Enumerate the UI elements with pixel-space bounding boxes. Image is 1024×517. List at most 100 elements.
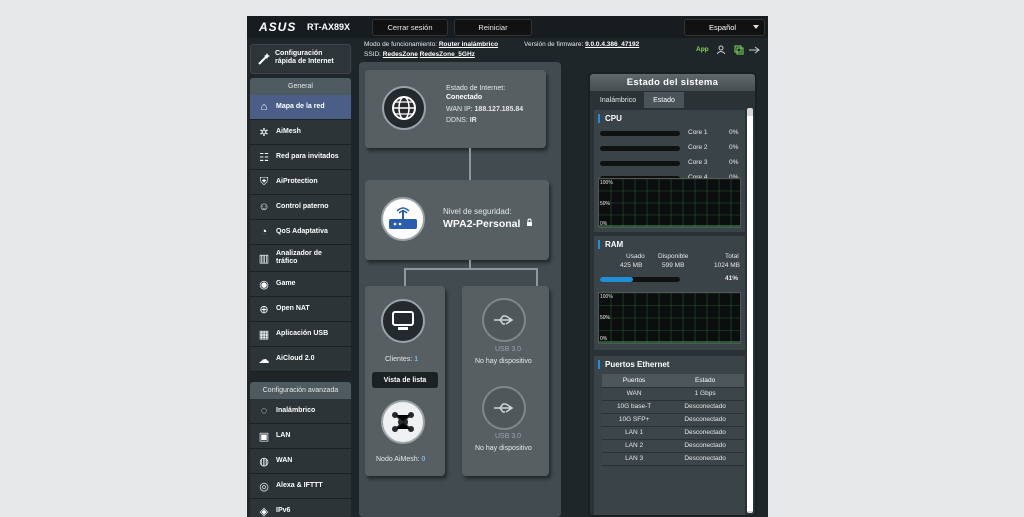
quick-internet-setup[interactable]: Configuración rápida de Internet: [250, 44, 351, 74]
sidebar-item-lan[interactable]: ▣ LAN: [250, 424, 351, 449]
usb-icon[interactable]: [482, 386, 526, 430]
chevron-down-icon: [753, 25, 759, 29]
ram-usage-bar: [600, 277, 680, 282]
graph-tick: 0%: [600, 336, 608, 342]
sidebar-item-mapa-de-la-red[interactable]: ⌂ Mapa de la red: [250, 95, 351, 120]
sidebar-item-qos-adaptativa[interactable]: ◔ QoS Adaptativa: [250, 220, 351, 245]
advanced-section-title: Configuración avanzada: [250, 382, 351, 399]
app-link[interactable]: App: [696, 46, 709, 53]
port-name: LAN 1: [602, 426, 667, 440]
graph-tick: 100%: [600, 180, 613, 186]
globe-icon: [382, 86, 426, 130]
sidebar-item-label: Alexa & IFTTT: [276, 482, 323, 489]
sidebar-item-ipv6[interactable]: ◈ IPv6: [250, 499, 351, 517]
connector-line: [404, 268, 406, 286]
gamepad-icon: ◉: [259, 278, 269, 291]
usb-status-icon[interactable]: [734, 45, 744, 55]
table-row: LAN 2 Desconectado: [602, 439, 744, 453]
sidebar-item-aiprotection[interactable]: ⛨ AiProtection: [250, 170, 351, 195]
cpu-title: CPU: [598, 114, 622, 123]
sidebar-item-open-nat[interactable]: ⊕ Open NAT: [250, 297, 351, 322]
sidebar-item-label: IPv6: [276, 507, 291, 514]
model-name: RT-AX89X: [307, 22, 351, 32]
ssid-link-1[interactable]: RedesZone: [383, 51, 418, 58]
graph-tick: 50%: [600, 201, 611, 207]
firmware-link[interactable]: 9.0.0.4.386_47192: [585, 41, 639, 48]
cpu-section: CPU Core 10%Core 20%Core 30%Core 40% 100…: [594, 110, 745, 232]
ram-total-value: 1024 MB: [714, 262, 741, 269]
ssid-label: SSID:: [364, 51, 381, 58]
ram-used-label: Usado: [626, 253, 645, 260]
sidebar-item-wan[interactable]: ◍ WAN: [250, 449, 351, 474]
usb-port-status: No hay dispositivo: [475, 358, 532, 365]
link-icon[interactable]: [749, 46, 760, 54]
cloud-icon: ☁: [258, 353, 270, 366]
guest-network-icon: ☷: [259, 151, 269, 164]
system-status-panel: Estado del sistema Inalámbrico Estado CP…: [588, 72, 757, 517]
ram-percent: 41%: [725, 275, 739, 282]
port-name: 10G SFP+: [602, 413, 667, 427]
usb-card[interactable]: USB 3.0 No hay dispositivo USB 3.0 No ha…: [462, 286, 549, 476]
logout-button[interactable]: Cerrar sesión: [372, 19, 448, 36]
mode-link[interactable]: Router inalámbrico: [439, 41, 498, 48]
sidebar-item-label: Open NAT: [276, 305, 310, 312]
operation-mode: Modo de funcionamiento: Router inalámbri…: [364, 41, 498, 48]
cpu-core-usage: 0%: [729, 159, 739, 166]
language-select[interactable]: Español: [684, 19, 765, 36]
ssid-link-2[interactable]: RedesZone_5GHz: [420, 51, 475, 58]
scrollbar[interactable]: [747, 108, 753, 513]
sidebar-item-label: AiProtection: [276, 178, 318, 185]
sidebar-item-red-para-invitados[interactable]: ☷ Red para invitados: [250, 145, 351, 170]
scrollbar-thumb[interactable]: [747, 116, 753, 511]
aimesh-node-label: Nodo AiMesh:: [376, 456, 420, 463]
ram-free-value: 599 MB: [662, 262, 685, 269]
internet-status-label: Estado de Internet:: [446, 85, 506, 92]
cpu-core-bar: [600, 161, 680, 166]
sidebar-item-label: AiMesh: [276, 128, 301, 135]
open-nat-icon: ⊕: [259, 303, 269, 316]
table-row: 10G base-T Desconectado: [602, 400, 744, 414]
port-status: Desconectado: [666, 452, 744, 466]
magic-wand-icon: [258, 53, 270, 65]
aimesh-node-count: Nodo AiMesh: 0: [376, 456, 425, 463]
top-bar: ASUS RT-AX89X Cerrar sesión Reiniciar Es…: [247, 16, 768, 38]
port-status: Desconectado: [666, 400, 744, 414]
column-header: Puertos: [602, 374, 667, 388]
usb-icon[interactable]: [482, 298, 526, 342]
reboot-button[interactable]: Reiniciar: [454, 19, 532, 36]
clients-label: Clientes:: [385, 356, 413, 363]
ram-graph: 100% 50% 0%: [598, 292, 741, 344]
sidebar-item-analizador-de-tr-fico[interactable]: ▥ Analizador de tráfico: [250, 245, 351, 272]
router-card[interactable]: Nivel de seguridad: WPA2-Personal: [365, 180, 549, 260]
cpu-core-name: Core 2: [688, 144, 708, 151]
alexa-icon: ◎: [259, 480, 269, 493]
ethernet-rows: WAN 1 Gbps 10G base-T Desconectado 10G SFP+ D…: [602, 387, 744, 466]
sidebar-item-game[interactable]: ◉ Game: [250, 272, 351, 297]
port-name: LAN 3: [602, 452, 667, 466]
sidebar-item-inal-mbrico[interactable]: ◌ Inalámbrico: [250, 399, 351, 424]
sidebar-item-control-paterno[interactable]: ☺ Control paterno: [250, 195, 351, 220]
sidebar-item-aicloud-2-0[interactable]: ☁ AiCloud 2.0: [250, 347, 351, 372]
connector-line: [469, 148, 471, 180]
ram-section: RAM Usado 425 MB Disponible 599 MB Total…: [594, 236, 745, 350]
list-view-button[interactable]: Vista de lista: [372, 372, 438, 388]
ddns: DDNS: IR: [446, 117, 477, 124]
quick-setup-label: Configuración rápida de Internet: [275, 50, 334, 65]
clients-value[interactable]: 1: [414, 356, 418, 363]
tab-status[interactable]: Estado: [644, 92, 684, 108]
mode-label: Modo de funcionamiento:: [364, 41, 437, 48]
monitor-icon: [381, 299, 425, 343]
internet-status-value: Conectado: [446, 94, 483, 101]
tab-wireless[interactable]: Inalámbrico: [592, 92, 644, 108]
wan-ip: WAN IP: 188.127.185.84: [446, 106, 523, 113]
network-map-icon: ⌂: [260, 101, 268, 113]
usb-port-label: USB 3.0: [495, 433, 522, 440]
ssid-info: SSID: RedesZone RedesZone_5GHz: [364, 51, 475, 58]
clients-card[interactable]: Clientes: 1 Vista de lista Nodo AiMesh: …: [365, 286, 445, 476]
aimesh-node-value[interactable]: 0: [422, 456, 426, 463]
sidebar-item-aplicaci-n-usb[interactable]: ▦ Aplicación USB: [250, 322, 351, 347]
user-icon[interactable]: [717, 45, 726, 55]
sidebar-item-alexa-ifttt[interactable]: ◎ Alexa & IFTTT: [250, 474, 351, 499]
sidebar-item-aimesh[interactable]: ✲ AiMesh: [250, 120, 351, 145]
internet-card[interactable]: Estado de Internet: Conectado WAN IP: 18…: [365, 70, 546, 148]
